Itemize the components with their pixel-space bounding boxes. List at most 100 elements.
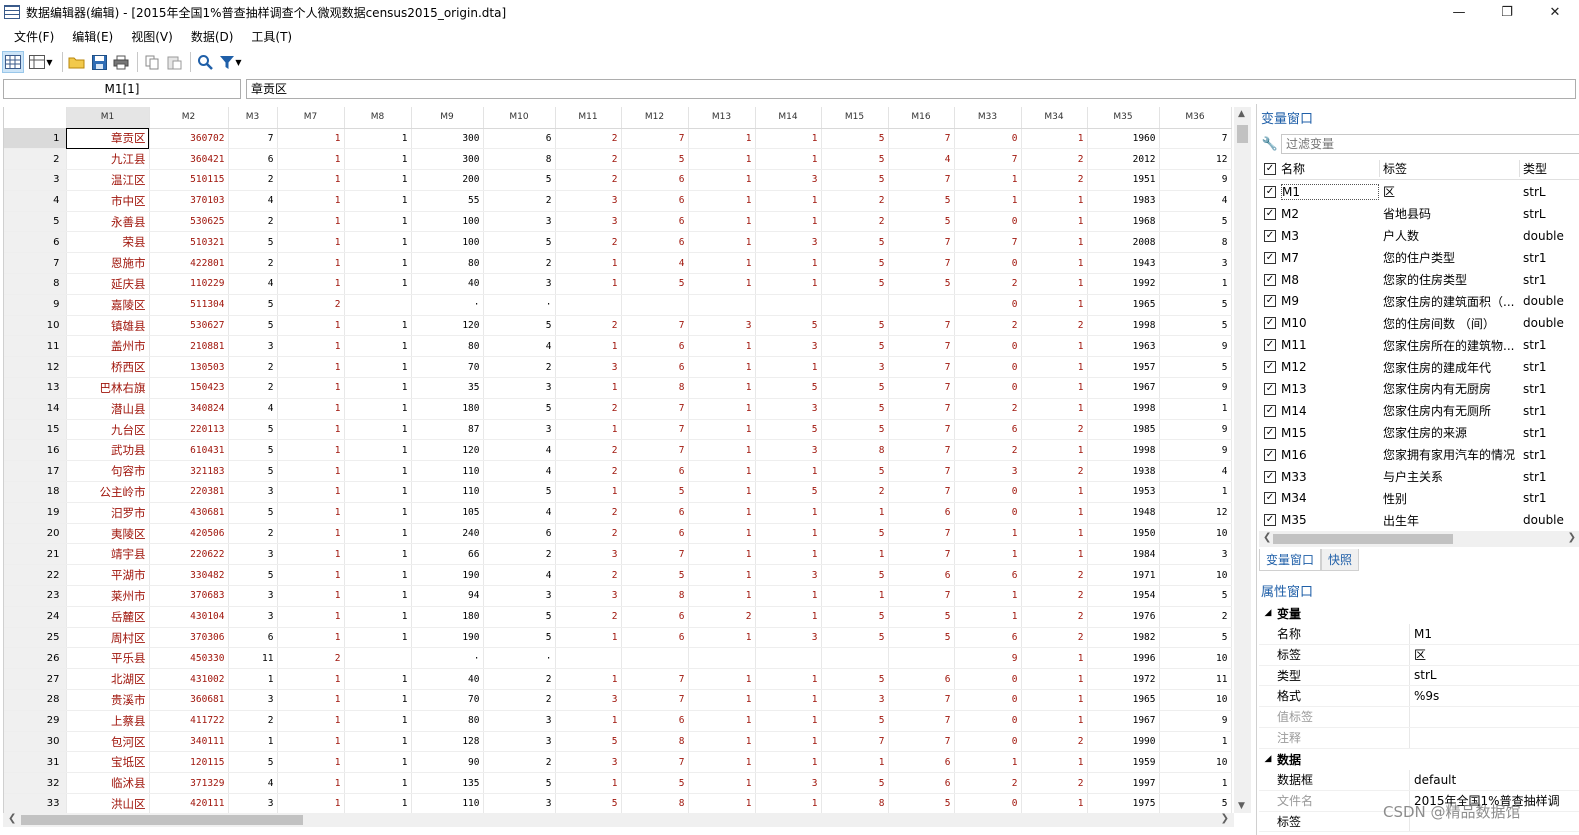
data-cell[interactable]: 3	[483, 273, 556, 295]
scroll-right-icon[interactable]: ❯	[1221, 813, 1229, 824]
data-cell[interactable]: 2	[954, 398, 1022, 420]
data-cell[interactable]: 7	[954, 148, 1022, 171]
data-cell[interactable]: 3	[228, 481, 278, 503]
data-cell[interactable]: 1	[755, 793, 822, 813]
data-cell[interactable]: 7	[888, 231, 955, 254]
data-cell[interactable]: 371329	[149, 772, 229, 794]
property-row[interactable]: 数据框 default	[1259, 770, 1579, 791]
data-cell[interactable]: 九江县	[66, 148, 150, 171]
data-cell[interactable]: 3	[555, 190, 622, 212]
data-cell[interactable]: 0	[954, 252, 1022, 275]
row-number[interactable]: 23	[4, 585, 67, 607]
data-cell[interactable]: 1	[755, 460, 822, 483]
data-cell[interactable]: 1	[688, 668, 756, 691]
data-cell[interactable]: 句容市	[66, 460, 150, 483]
row-number[interactable]: 19	[4, 502, 67, 524]
data-cell[interactable]: 8	[821, 793, 889, 813]
data-cell[interactable]: 5	[821, 772, 889, 794]
data-cell[interactable]: 1975	[1087, 793, 1160, 813]
data-cell[interactable]: 9	[1159, 439, 1232, 462]
data-cell[interactable]: 4	[483, 460, 556, 483]
data-cell[interactable]: 2	[483, 689, 556, 711]
variable-checkbox[interactable]: ✓	[1264, 470, 1276, 483]
data-cell[interactable]: 7	[621, 419, 689, 441]
data-cell[interactable]: 6	[888, 772, 955, 794]
data-cell[interactable]: 1	[344, 315, 412, 337]
data-cell[interactable]: 180	[411, 398, 484, 420]
row-number[interactable]: 33	[4, 793, 67, 813]
variable-row[interactable]: ✓ M34 性别 str1	[1259, 487, 1579, 509]
data-cell[interactable]: 0	[954, 128, 1022, 150]
data-cell[interactable]: 1985	[1087, 419, 1160, 441]
data-cell[interactable]: 9	[1159, 335, 1232, 358]
print-icon[interactable]	[111, 51, 131, 73]
data-cell[interactable]: 2	[228, 356, 278, 379]
data-cell[interactable]: 1	[1159, 731, 1232, 753]
data-cell[interactable]: 8	[1159, 231, 1232, 254]
data-cell[interactable]: 1965	[1087, 689, 1160, 711]
data-cell[interactable]: 5	[1159, 211, 1232, 233]
data-cell[interactable]: 1	[344, 502, 412, 524]
data-cell[interactable]: 110229	[149, 273, 229, 295]
data-cell[interactable]: 盖州市	[66, 335, 150, 358]
data-cell[interactable]: 上蔡县	[66, 710, 150, 732]
data-cell[interactable]: 1	[688, 793, 756, 813]
data-cell[interactable]: 1	[755, 273, 822, 295]
property-row[interactable]: 标签区	[1259, 644, 1579, 666]
data-cell[interactable]: 5	[888, 627, 955, 649]
data-cell[interactable]: 1	[277, 523, 345, 545]
data-cell[interactable]: 1998	[1087, 315, 1160, 337]
data-cell[interactable]: 1	[344, 252, 412, 275]
data-cell[interactable]: 2	[688, 606, 756, 628]
grid-options-icon[interactable]: ▼	[26, 51, 56, 73]
variable-row[interactable]: ✓ M12 您家住房的建成年代 str1	[1259, 356, 1579, 378]
data-cell[interactable]: 7	[888, 377, 955, 399]
data-cell[interactable]: 0	[954, 689, 1022, 711]
cell-value-field[interactable]: 章贡区	[246, 79, 1576, 99]
data-cell[interactable]: 5	[821, 377, 889, 399]
data-cell[interactable]: 66	[411, 543, 484, 566]
data-cell[interactable]: 1	[954, 523, 1022, 545]
data-cell[interactable]: 1	[688, 211, 756, 233]
data-cell[interactable]: 5	[228, 502, 278, 524]
data-cell[interactable]: 5	[228, 460, 278, 483]
variable-row[interactable]: ✓ M3 户人数 double	[1259, 225, 1579, 247]
data-cell[interactable]: 2	[483, 751, 556, 774]
data-cell[interactable]: 370306	[149, 627, 229, 649]
data-cell[interactable]: 5	[821, 252, 889, 275]
data-cell[interactable]: 5	[483, 772, 556, 794]
data-cell[interactable]: 平湖市	[66, 564, 150, 587]
data-cell[interactable]: 1	[1021, 668, 1088, 691]
menu-edit[interactable]: 编辑(E)	[68, 28, 117, 45]
data-cell[interactable]: 1	[277, 211, 345, 233]
column-header[interactable]: M11	[555, 107, 622, 129]
data-cell[interactable]: 1	[688, 231, 756, 254]
data-cell[interactable]: 3	[228, 606, 278, 628]
data-cell[interactable]: 1	[688, 460, 756, 483]
scroll-left-icon[interactable]: ❮	[8, 813, 16, 824]
data-cell[interactable]: 1	[277, 231, 345, 254]
row-number[interactable]: 12	[4, 356, 67, 379]
data-cell[interactable]: 6	[621, 211, 689, 233]
data-cell[interactable]: 5	[621, 564, 689, 587]
data-cell[interactable]: 530625	[149, 211, 229, 233]
data-cell[interactable]: 1	[688, 751, 756, 774]
data-cell[interactable]: 1	[1021, 751, 1088, 774]
data-cell[interactable]: 3	[821, 356, 889, 379]
data-cell[interactable]: 2	[821, 481, 889, 503]
data-cell[interactable]: 1963	[1087, 335, 1160, 358]
data-cell[interactable]: 3	[555, 211, 622, 233]
data-cell[interactable]: 190	[411, 627, 484, 649]
column-header[interactable]: M12	[621, 107, 689, 129]
data-cell[interactable]: 3	[755, 398, 822, 420]
data-cell[interactable]: 6	[621, 502, 689, 524]
data-cell[interactable]: 80	[411, 252, 484, 275]
data-cell[interactable]: 3	[483, 793, 556, 813]
filter-icon[interactable]: ▼	[217, 51, 245, 73]
data-cell[interactable]: 1971	[1087, 564, 1160, 587]
data-cell[interactable]: 1	[688, 772, 756, 794]
data-cell[interactable]: 1	[755, 148, 822, 171]
data-cell[interactable]: 3	[228, 585, 278, 607]
property-row[interactable]: 名称 M1	[1259, 624, 1579, 645]
data-cell[interactable]	[821, 647, 889, 670]
